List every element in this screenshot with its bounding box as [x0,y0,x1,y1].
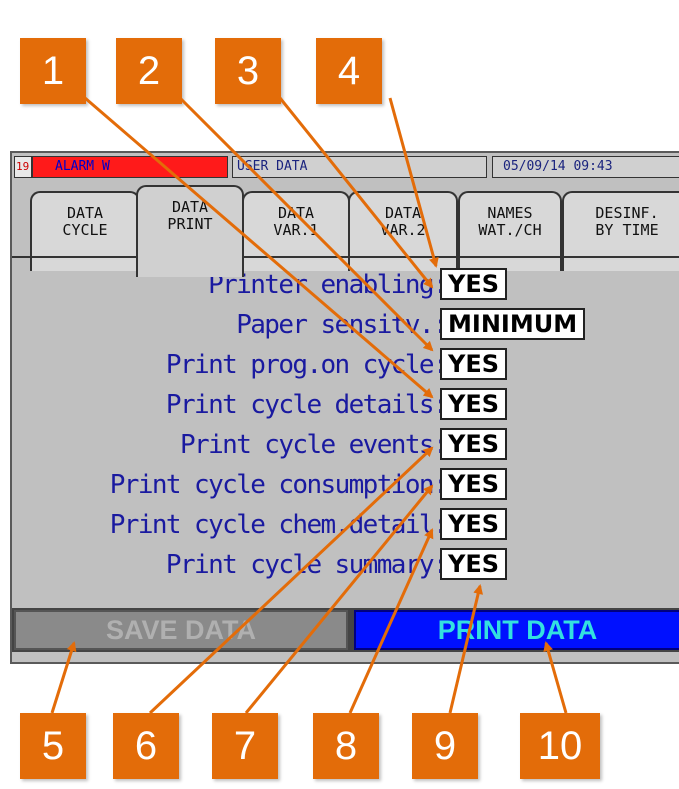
tab-label-line2: WAT./CH [478,221,542,239]
field-row: Print cycle details: YES [12,386,679,424]
field-label: Print cycle consumption: [109,470,449,500]
datetime-display: 05/09/14 09:43 [492,156,679,178]
callout-8: 8 [313,713,379,779]
callout-9: 9 [412,713,478,779]
save-data-button[interactable]: SAVE DATA [14,610,348,650]
print-cycle-consumption-value[interactable]: YES [440,468,508,500]
field-label: Print cycle details: [165,390,449,420]
callout-10: 10 [520,713,600,779]
tab-label-line1: DATA [66,204,104,222]
field-row: Print cycle summary: YES [12,546,679,584]
tab-label-line1: DATA [277,204,315,222]
print-prog-on-cycle-value[interactable]: YES [440,348,508,380]
alarm-number: 19 [14,156,32,178]
alarm-banner[interactable]: ALARM W [32,156,228,178]
field-label: Print cycle chem.detail: [109,510,449,540]
field-row: Print prog.on cycle: YES [12,346,679,384]
tab-data-var2[interactable]: DATA VAR.2 [348,191,458,271]
callout-1: 1 [20,38,86,104]
field-row: Print cycle events: YES [12,426,679,464]
field-row: Print cycle chem.detail: YES [12,506,679,544]
tab-label-line1: DESINF. [595,204,659,222]
tab-label-line1: DATA [384,204,422,222]
tab-names-wat-ch[interactable]: NAMES WAT./CH [458,191,562,271]
field-row: Print cycle consumption: YES [12,466,679,504]
tab-label-line2: BY TIME [595,221,659,239]
tab-label-line2: PRINT [167,215,213,233]
callout-4: 4 [316,38,382,104]
action-bar: SAVE DATA PRINT DATA [12,608,679,652]
print-cycle-details-value[interactable]: YES [440,388,508,420]
field-label: Print prog.on cycle: [165,350,449,380]
callout-2: 2 [116,38,182,104]
tab-desinf-by-time[interactable]: DESINF. BY TIME [562,191,679,271]
hmi-screen: 19 ALARM W USER DATA 05/09/14 09:43 DATA… [10,151,679,664]
field-row: Paper sensitv.: MINIMUM [12,306,679,344]
tab-label-line1: NAMES [487,204,533,222]
tab-label-line2: VAR.2 [380,221,426,239]
field-label: Print cycle summary: [165,550,449,580]
screen-title: USER DATA [232,156,487,178]
tab-data-print[interactable]: DATA PRINT [136,185,244,277]
printer-enabling-value[interactable]: YES [440,268,508,300]
paper-sensitivity-value[interactable]: MINIMUM [440,308,586,340]
field-row: Printer enabling: YES [12,266,679,304]
print-cycle-chem-detail-value[interactable]: YES [440,508,508,540]
callout-5: 5 [20,713,86,779]
tab-label-line2: CYCLE [62,221,108,239]
tab-label-line2: VAR.1 [273,221,319,239]
field-label: Print cycle events: [179,430,449,460]
print-cycle-events-value[interactable]: YES [440,428,508,460]
print-data-button[interactable]: PRINT DATA [354,610,679,650]
tab-data-var1[interactable]: DATA VAR.1 [242,191,350,271]
tab-data-cycle[interactable]: DATA CYCLE [30,191,140,271]
callout-3: 3 [215,38,281,104]
tab-panel-divider [12,256,679,258]
field-label: Paper sensitv.: [236,310,448,340]
tab-label-line1: DATA [171,198,209,216]
callout-7: 7 [212,713,278,779]
print-cycle-summary-value[interactable]: YES [440,548,508,580]
callout-6: 6 [113,713,179,779]
